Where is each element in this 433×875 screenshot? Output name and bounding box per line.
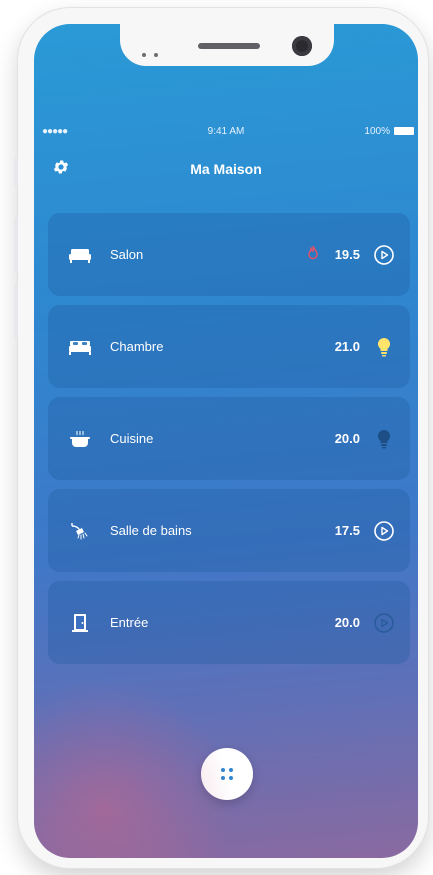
menu-fab-button[interactable] [201, 748, 253, 800]
battery-percentage: 100% [364, 126, 390, 137]
room-temperature: 20.0 [334, 431, 360, 446]
room-temperature: 20.0 [334, 615, 360, 630]
status-bar: ●●●●● 9:41 AM 100% [34, 124, 418, 140]
status-time: 9:41 AM [207, 126, 245, 137]
room-name: Salle de bains [110, 523, 192, 538]
room-name: Salon [110, 247, 144, 262]
speaker-grille [198, 43, 260, 49]
notch [120, 24, 334, 66]
battery-icon [394, 127, 414, 135]
room-card-chambre[interactable]: Chambre 21.0 [48, 305, 410, 388]
room-name: Entrée [110, 615, 149, 630]
room-card-salon[interactable]: Salon 19.5 [48, 213, 410, 296]
room-name: Chambre [110, 339, 164, 354]
room-list: Salon 19.5 Chambre 21.0 Cuisine 20.0 Sal… [48, 213, 410, 673]
lightbulb-off-icon[interactable] [373, 428, 395, 450]
room-card-cuisine[interactable]: Cuisine 20.0 [48, 397, 410, 480]
header: Ma Maison [34, 154, 418, 184]
bed-icon [68, 338, 92, 356]
room-temperature: 21.0 [334, 339, 360, 354]
app-screen: ●●●●● 9:41 AM 100% Ma Maison Salon 19.5 [34, 24, 418, 858]
flame-icon [308, 245, 318, 265]
room-temperature: 17.5 [334, 523, 360, 538]
room-card-salle-de-bains[interactable]: Salle de bains 17.5 [48, 489, 410, 572]
sensor-dots [142, 44, 166, 62]
shower-icon [68, 522, 92, 540]
volume-down-button [14, 284, 18, 338]
play-circle-icon[interactable] [373, 520, 395, 542]
lightbulb-on-icon[interactable] [373, 336, 395, 358]
page-title: Ma Maison [190, 161, 262, 177]
room-card-entree[interactable]: Entrée 20.0 [48, 581, 410, 664]
cooking-pot-icon [68, 430, 92, 448]
room-name: Cuisine [110, 431, 154, 446]
volume-up-button [14, 218, 18, 272]
front-camera [292, 36, 312, 56]
play-circle-icon[interactable] [373, 244, 395, 266]
sofa-icon [68, 246, 92, 264]
room-temperature: 19.5 [334, 247, 360, 262]
mute-switch [14, 158, 18, 186]
play-circle-dim-icon[interactable] [373, 612, 395, 634]
door-icon [68, 614, 92, 632]
